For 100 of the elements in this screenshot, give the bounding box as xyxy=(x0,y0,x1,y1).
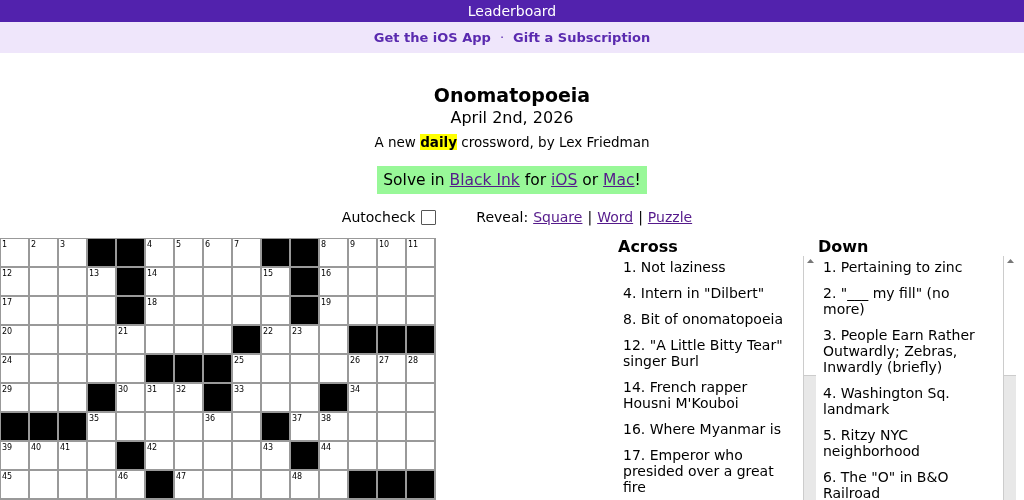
grid-square[interactable] xyxy=(378,297,407,326)
grid-square[interactable] xyxy=(378,268,407,297)
grid-square[interactable] xyxy=(233,442,262,471)
grid-square[interactable] xyxy=(146,413,175,442)
grid-square[interactable]: 33 xyxy=(233,384,262,413)
leaderboard-link[interactable]: Leaderboard xyxy=(467,3,557,19)
grid-square[interactable] xyxy=(204,268,233,297)
grid-square[interactable]: 23 xyxy=(291,326,320,355)
grid-square[interactable] xyxy=(262,297,291,326)
grid-square[interactable]: 21 xyxy=(117,326,146,355)
grid-square[interactable] xyxy=(291,355,320,384)
grid-square[interactable] xyxy=(349,413,378,442)
clue-item[interactable]: 8. Bit of onomatopoeia xyxy=(623,311,789,327)
reveal-link[interactable]: Puzzle xyxy=(647,209,693,225)
grid-square[interactable]: 2 xyxy=(30,239,59,268)
grid-square[interactable]: 19 xyxy=(320,297,349,326)
grid-square[interactable] xyxy=(204,297,233,326)
grid-square[interactable] xyxy=(349,442,378,471)
grid-square[interactable] xyxy=(30,355,59,384)
reveal-link[interactable]: Square xyxy=(533,209,583,225)
grid-square[interactable]: 4 xyxy=(146,239,175,268)
grid-square[interactable] xyxy=(233,268,262,297)
grid-square[interactable]: 36 xyxy=(204,413,233,442)
reveal-link[interactable]: Word xyxy=(597,209,634,225)
grid-square[interactable] xyxy=(59,471,88,500)
grid-square[interactable]: 25 xyxy=(233,355,262,384)
banner-link[interactable]: Mac xyxy=(603,171,635,189)
grid-square[interactable]: 7 xyxy=(233,239,262,268)
grid-square[interactable]: 26 xyxy=(349,355,378,384)
grid-square[interactable] xyxy=(262,384,291,413)
grid-square[interactable]: 11 xyxy=(407,239,436,268)
grid-square[interactable] xyxy=(59,268,88,297)
grid-square[interactable] xyxy=(117,413,146,442)
grid-square[interactable]: 37 xyxy=(291,413,320,442)
grid-square[interactable]: 16 xyxy=(320,268,349,297)
grid-square[interactable] xyxy=(88,471,117,500)
grid-square[interactable] xyxy=(320,355,349,384)
grid-square[interactable] xyxy=(146,326,175,355)
grid-square[interactable] xyxy=(204,471,233,500)
grid-square[interactable]: 42 xyxy=(146,442,175,471)
grid-square[interactable] xyxy=(59,326,88,355)
grid-square[interactable]: 28 xyxy=(407,355,436,384)
grid-square[interactable] xyxy=(378,442,407,471)
grid-square[interactable]: 10 xyxy=(378,239,407,268)
grid-square[interactable]: 20 xyxy=(1,326,30,355)
grid-square[interactable]: 40 xyxy=(30,442,59,471)
grid-square[interactable] xyxy=(88,442,117,471)
clue-item[interactable]: 4. Intern in "Dilbert" xyxy=(623,285,789,301)
grid-square[interactable]: 43 xyxy=(262,442,291,471)
grid-square[interactable]: 34 xyxy=(349,384,378,413)
grid-square[interactable]: 27 xyxy=(378,355,407,384)
grid-square[interactable] xyxy=(378,413,407,442)
grid-square[interactable] xyxy=(175,268,204,297)
grid-square[interactable] xyxy=(349,268,378,297)
grid-square[interactable]: 3 xyxy=(59,239,88,268)
grid-square[interactable]: 15 xyxy=(262,268,291,297)
grid-square[interactable] xyxy=(88,297,117,326)
grid-square[interactable] xyxy=(175,413,204,442)
grid-square[interactable]: 48 xyxy=(291,471,320,500)
grid-square[interactable] xyxy=(407,268,436,297)
grid-square[interactable] xyxy=(30,268,59,297)
grid-square[interactable] xyxy=(175,297,204,326)
grid-square[interactable]: 39 xyxy=(1,442,30,471)
grid-square[interactable] xyxy=(320,326,349,355)
grid-square[interactable]: 17 xyxy=(1,297,30,326)
grid-square[interactable]: 38 xyxy=(320,413,349,442)
grid-square[interactable] xyxy=(175,326,204,355)
clue-item[interactable]: 1. Pertaining to zinc xyxy=(823,259,989,275)
grid-square[interactable]: 9 xyxy=(349,239,378,268)
grid-square[interactable]: 46 xyxy=(117,471,146,500)
grid-square[interactable] xyxy=(262,355,291,384)
grid-square[interactable]: 30 xyxy=(117,384,146,413)
grid-square[interactable] xyxy=(204,326,233,355)
grid-square[interactable]: 18 xyxy=(146,297,175,326)
grid-square[interactable]: 35 xyxy=(88,413,117,442)
grid-square[interactable] xyxy=(30,384,59,413)
scroll-up-icon[interactable] xyxy=(1006,259,1014,263)
grid-square[interactable] xyxy=(59,384,88,413)
grid-square[interactable] xyxy=(233,471,262,500)
banner-link[interactable]: iOS xyxy=(551,171,578,189)
clue-item[interactable]: 2. "___ my fill" (no more) xyxy=(823,285,989,317)
grid-square[interactable] xyxy=(233,413,262,442)
grid-square[interactable]: 13 xyxy=(88,268,117,297)
grid-square[interactable]: 14 xyxy=(146,268,175,297)
grid-square[interactable] xyxy=(233,297,262,326)
grid-square[interactable] xyxy=(88,355,117,384)
grid-square[interactable]: 41 xyxy=(59,442,88,471)
grid-square[interactable] xyxy=(407,297,436,326)
grid-square[interactable]: 5 xyxy=(175,239,204,268)
grid-square[interactable]: 44 xyxy=(320,442,349,471)
promo-link[interactable]: Get the iOS App xyxy=(373,30,491,45)
grid-square[interactable] xyxy=(320,471,349,500)
grid-square[interactable] xyxy=(378,384,407,413)
scrollbar[interactable] xyxy=(1003,256,1016,500)
grid-square[interactable] xyxy=(291,384,320,413)
grid-square[interactable] xyxy=(59,297,88,326)
scroll-up-icon[interactable] xyxy=(806,259,814,263)
clue-item[interactable]: 4. Washington Sq. landmark xyxy=(823,385,989,417)
grid-square[interactable]: 8 xyxy=(320,239,349,268)
scrollbar[interactable] xyxy=(803,256,816,500)
